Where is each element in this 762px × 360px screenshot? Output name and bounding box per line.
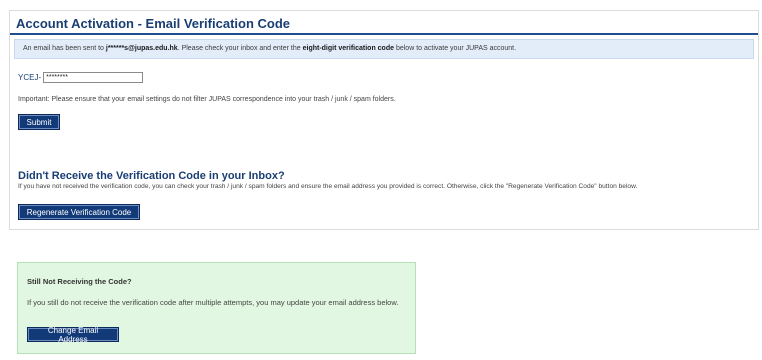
regenerate-code-button[interactable]: Regenerate Verification Code [18,204,140,220]
activation-panel: Account Activation - Email Verification … [9,10,759,230]
notice-text-end: below to activate your JUPAS account. [394,45,517,52]
notice-emphasis: eight-digit verification code [302,45,395,52]
important-note: Important: Please ensure that your email… [18,96,396,103]
resend-heading: Didn't Receive the Verification Code in … [18,170,285,182]
page-title: Account Activation - Email Verification … [10,11,758,35]
notice-text-start: An email has been sent to [23,45,106,52]
notice-text-middle: . Please check your inbox and enter the [177,45,303,52]
code-prefix: YCEJ- [18,73,42,82]
change-email-button[interactable]: Change Email Address [27,326,119,344]
still-not-receiving-box: Still Not Receiving the Code? If you sti… [17,262,416,354]
still-not-title: Still Not Receiving the Code? [27,277,132,286]
masked-email: j******s@jupas.edu.hk [105,45,178,52]
still-not-text: If you still do not receive the verifica… [27,298,399,307]
submit-button[interactable]: Submit [18,114,60,130]
email-sent-notice: An email has been sent to j******s@jupas… [14,39,754,59]
resend-instructions: If you have not received the verificatio… [18,183,638,190]
verification-code-row: YCEJ- [18,71,144,84]
verification-code-input[interactable] [43,72,144,83]
